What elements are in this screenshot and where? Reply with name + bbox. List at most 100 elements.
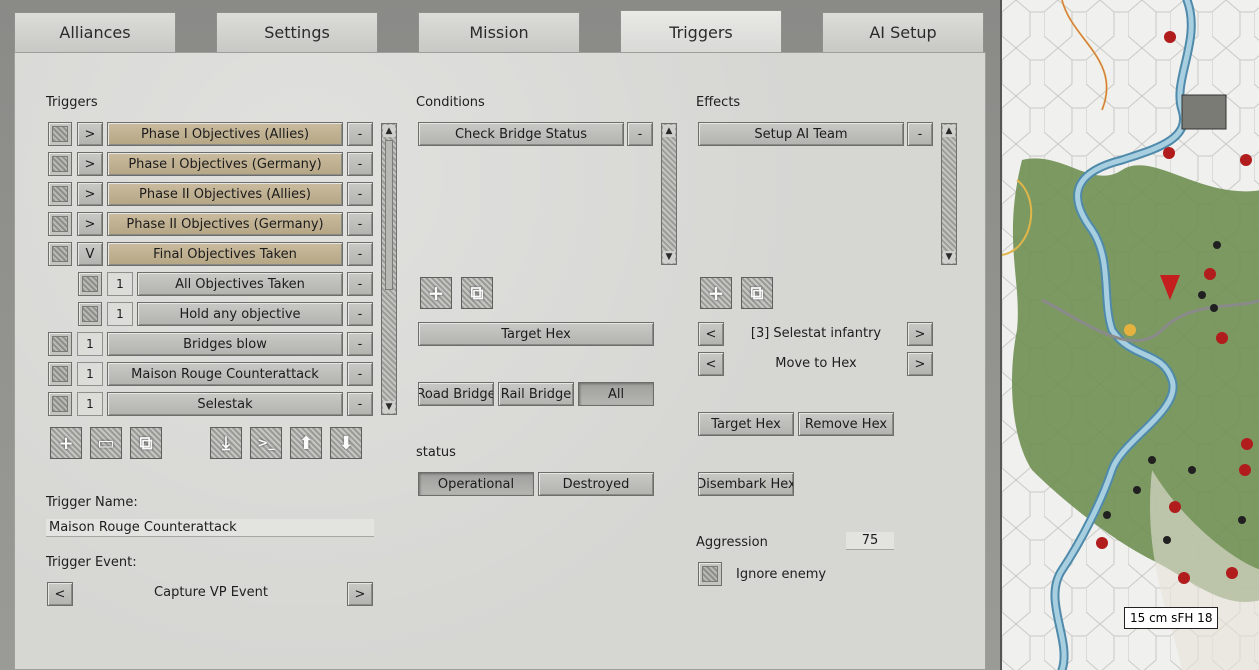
effect-remove-button[interactable]: - [907,122,933,146]
trigger-item[interactable]: Bridges blow [107,332,343,356]
trigger-item[interactable]: Final Objectives Taken [107,242,343,266]
trigger-item[interactable]: Phase II Objectives (Allies) [107,182,343,206]
scroll-down-arrow-icon[interactable]: ▼ [943,251,955,263]
plus-icon[interactable]: + [50,427,82,459]
trigger-item[interactable]: Phase I Objectives (Allies) [107,122,343,146]
ai-order-value: Move to Hex [775,356,857,371]
event-prev-button[interactable]: < [47,582,73,606]
trigger-expand-button[interactable]: > [77,182,103,206]
trigger-enabled-checkbox[interactable] [48,182,72,206]
tab-triggers[interactable]: Triggers [620,10,782,54]
trigger-item[interactable]: Phase II Objectives (Germany) [107,212,343,236]
tab-settings[interactable]: Settings [216,12,378,52]
copy-icon[interactable]: ⧉ [130,427,162,459]
trigger-enabled-checkbox[interactable] [48,362,72,386]
effects-heading: Effects [696,95,741,110]
trigger-enabled-checkbox[interactable] [78,302,102,326]
trigger-expand-button[interactable]: > [77,212,103,236]
trigger-event-label: Trigger Event: [46,555,137,570]
tab-alliances[interactable]: Alliances [14,12,176,52]
trigger-count-value: 1 [107,272,133,296]
conditions-scrollbar[interactable]: ▲ ▼ [661,123,677,265]
trigger-item[interactable]: Selestak [107,392,343,416]
add-effect-plus-icon[interactable]: + [700,277,732,309]
condition-remove-button[interactable]: - [627,122,653,146]
trigger-remove-button[interactable]: - [347,332,373,356]
trigger-expand-button[interactable]: > [77,152,103,176]
trigger-remove-button[interactable]: - [347,302,373,326]
add-condition-plus-icon[interactable]: + [420,277,452,309]
effect-item[interactable]: Setup AI Team [698,122,904,146]
trigger-enabled-checkbox[interactable] [48,212,72,236]
trigger-enabled-checkbox[interactable] [78,272,102,296]
scroll-up-arrow-icon[interactable]: ▲ [383,125,395,137]
trigger-enabled-checkbox[interactable] [48,392,72,416]
move-down-icon[interactable]: ⬇ [330,427,362,459]
status-label: status [416,445,456,460]
trigger-remove-button[interactable]: - [347,212,373,236]
ignore-enemy-label: Ignore enemy [736,567,827,582]
triggers-heading: Triggers [46,95,98,110]
rail-bridge-button[interactable]: Rail Bridge [498,382,574,406]
unit-tooltip: 15 cm sFH 18 [1124,607,1219,629]
console-icon[interactable]: >_ [250,427,282,459]
team-prev-button[interactable]: < [698,322,724,346]
trigger-item[interactable]: Phase I Objectives (Germany) [107,152,343,176]
trigger-enabled-checkbox[interactable] [48,332,72,356]
trigger-enabled-checkbox[interactable] [48,152,72,176]
trigger-expand-button[interactable]: > [77,122,103,146]
condition-target-hex-button[interactable]: Target Hex [418,322,654,346]
team-next-button[interactable]: > [907,322,933,346]
trigger-remove-button[interactable]: - [347,242,373,266]
event-next-button[interactable]: > [347,582,373,606]
ignore-enemy-checkbox[interactable] [698,562,722,586]
status-operational-button[interactable]: Operational [418,472,534,496]
tab-mission[interactable]: Mission [418,12,580,52]
scroll-down-arrow-icon[interactable]: ▼ [663,251,675,263]
effect-target-hex-button[interactable]: Target Hex [698,412,794,436]
trigger-list-scrollbar[interactable]: ▲ ▼ [381,123,397,415]
trigger-name-field[interactable]: Maison Rouge Counterattack [46,519,374,537]
disembark-hex-button[interactable]: Disembark Hex [698,472,794,496]
trigger-count-value: 1 [77,362,103,386]
trigger-item[interactable]: Maison Rouge Counterattack [107,362,343,386]
scroll-up-arrow-icon[interactable]: ▲ [663,125,675,137]
move-up-icon[interactable]: ⬆ [290,427,322,459]
trigger-remove-button[interactable]: - [347,152,373,176]
road-bridge-button[interactable]: Road Bridge [418,382,494,406]
import-icon[interactable]: ⤓ [210,427,242,459]
trigger-item[interactable]: All Objectives Taken [137,272,343,296]
order-prev-button[interactable]: < [698,352,724,376]
aggression-label: Aggression [696,535,768,550]
trigger-remove-button[interactable]: - [347,272,373,296]
triggers-panel: Triggers > Phase I Objectives (Allies) - > P… [14,52,986,670]
trigger-count-value: 1 [107,302,133,326]
status-destroyed-button[interactable]: Destroyed [538,472,654,496]
copy-effect-icon[interactable]: ⧉ [741,277,773,309]
conditions-heading: Conditions [416,95,485,110]
tactical-map[interactable]: 15 cm sFH 18 [1000,0,1259,670]
trigger-item[interactable]: Hold any objective [137,302,343,326]
trigger-enabled-checkbox[interactable] [48,122,72,146]
trigger-remove-button[interactable]: - [347,182,373,206]
trigger-count-value: 1 [77,392,103,416]
condition-item[interactable]: Check Bridge Status [418,122,624,146]
tab-ai-setup[interactable]: AI Setup [822,12,984,52]
trigger-name-label: Trigger Name: [46,495,138,510]
trigger-remove-button[interactable]: - [347,122,373,146]
scroll-down-arrow-icon[interactable]: ▼ [383,401,395,413]
all-bridges-button[interactable]: All [578,382,654,406]
scroll-thumb[interactable] [385,140,393,290]
trigger-enabled-checkbox[interactable] [48,242,72,266]
remove-hex-button[interactable]: Remove Hex [798,412,894,436]
folder-icon[interactable]: ▭ [90,427,122,459]
trigger-remove-button[interactable]: - [347,362,373,386]
copy-condition-icon[interactable]: ⧉ [461,277,493,309]
aggression-input[interactable]: 75 [846,532,894,550]
effects-scrollbar[interactable]: ▲ ▼ [941,123,957,265]
building-icon [1181,94,1227,130]
trigger-expand-button[interactable]: V [77,242,103,266]
order-next-button[interactable]: > [907,352,933,376]
trigger-remove-button[interactable]: - [347,392,373,416]
scroll-up-arrow-icon[interactable]: ▲ [943,125,955,137]
